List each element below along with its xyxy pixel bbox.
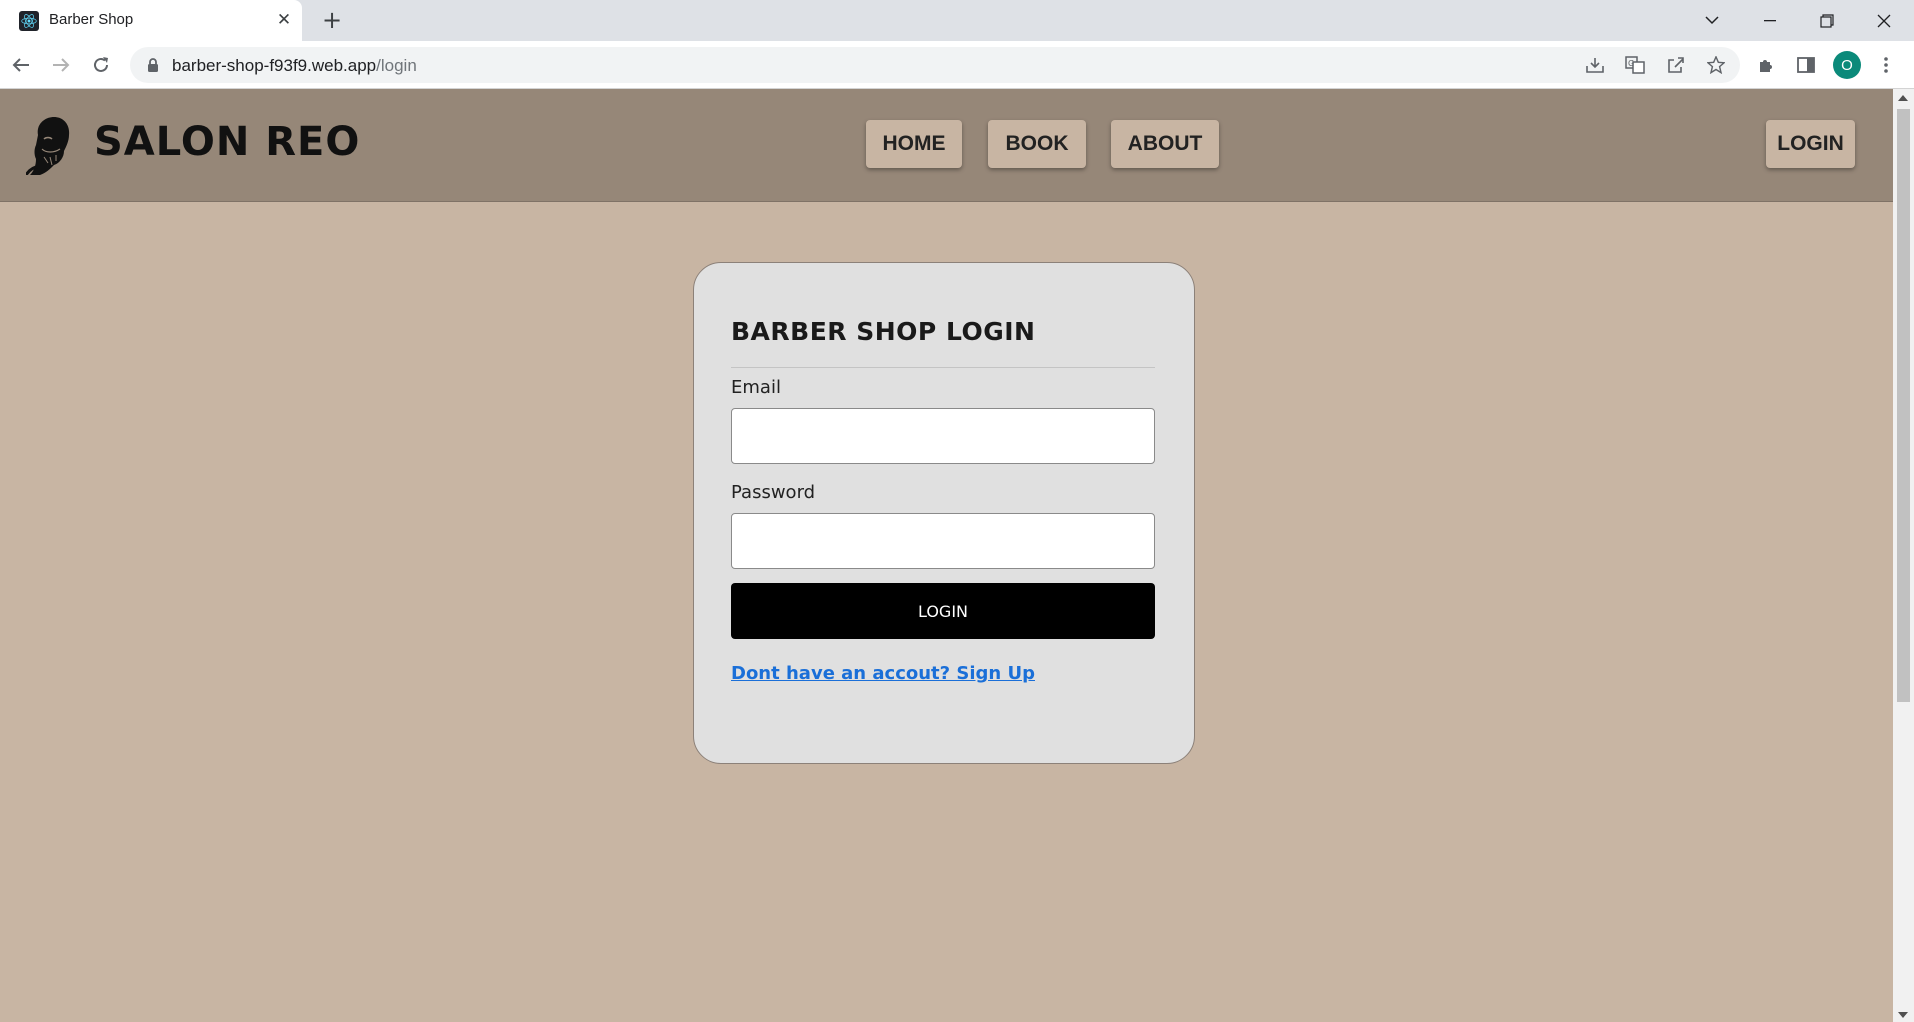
- login-title: BARBER SHOP LOGIN: [731, 317, 1036, 346]
- nav-book-button[interactable]: BOOK: [988, 120, 1086, 168]
- signup-link[interactable]: Dont have an accout? Sign Up: [731, 663, 1035, 684]
- nav-about-button[interactable]: ABOUT: [1111, 120, 1219, 168]
- tab-title: Barber Shop: [49, 11, 134, 28]
- scroll-up-arrow-icon[interactable]: [1898, 95, 1908, 101]
- page-scrollbar[interactable]: [1893, 89, 1914, 1022]
- menu-icon[interactable]: [1872, 51, 1900, 79]
- minimize-icon[interactable]: [1742, 0, 1798, 41]
- translate-icon[interactable]: G: [1621, 51, 1649, 79]
- browser-toolbar: barber-shop-f93f9.web.app/login G: [0, 41, 1914, 89]
- profile-avatar[interactable]: O: [1833, 51, 1861, 79]
- reload-icon[interactable]: [87, 51, 115, 79]
- address-bar[interactable]: barber-shop-f93f9.web.app/login: [130, 47, 1740, 83]
- svg-text:G: G: [1628, 59, 1634, 68]
- react-favicon-icon: [19, 11, 39, 31]
- back-icon[interactable]: [7, 51, 35, 79]
- password-label: Password: [731, 482, 816, 503]
- page-viewport: SALON REO HOME BOOK ABOUT LOGIN BARBER S…: [0, 89, 1893, 1022]
- star-icon[interactable]: [1702, 51, 1730, 79]
- restore-icon[interactable]: [1799, 0, 1855, 41]
- browser-tab[interactable]: Barber Shop ✕: [0, 0, 302, 41]
- install-icon[interactable]: [1581, 51, 1609, 79]
- tab-search-icon[interactable]: [1684, 0, 1740, 41]
- site-header: SALON REO HOME BOOK ABOUT LOGIN: [0, 89, 1893, 202]
- side-panel-icon[interactable]: [1792, 51, 1820, 79]
- email-label: Email: [731, 377, 781, 398]
- scroll-down-arrow-icon[interactable]: [1898, 1012, 1908, 1018]
- plus-icon[interactable]: +: [320, 8, 344, 32]
- lock-icon: [148, 58, 158, 72]
- close-icon[interactable]: ✕: [274, 10, 294, 30]
- nav-login-button[interactable]: LOGIN: [1766, 120, 1855, 168]
- site-brand[interactable]: SALON REO: [94, 119, 360, 165]
- password-field[interactable]: [731, 513, 1155, 569]
- nav-home-button[interactable]: HOME: [866, 120, 962, 168]
- share-icon[interactable]: [1662, 51, 1690, 79]
- window-close-icon[interactable]: [1856, 0, 1912, 41]
- login-submit-button[interactable]: LOGIN: [731, 583, 1155, 639]
- browser-tab-bar: Barber Shop ✕ +: [0, 0, 1914, 41]
- url-text: barber-shop-f93f9.web.app/login: [172, 56, 417, 75]
- divider: [731, 367, 1155, 368]
- email-field[interactable]: [731, 408, 1155, 464]
- extensions-icon[interactable]: [1752, 51, 1780, 79]
- barber-logo-icon[interactable]: [26, 113, 74, 175]
- forward-icon[interactable]: [47, 51, 75, 79]
- login-card: BARBER SHOP LOGIN Email Password LOGIN D…: [693, 262, 1195, 764]
- scroll-thumb[interactable]: [1897, 109, 1910, 702]
